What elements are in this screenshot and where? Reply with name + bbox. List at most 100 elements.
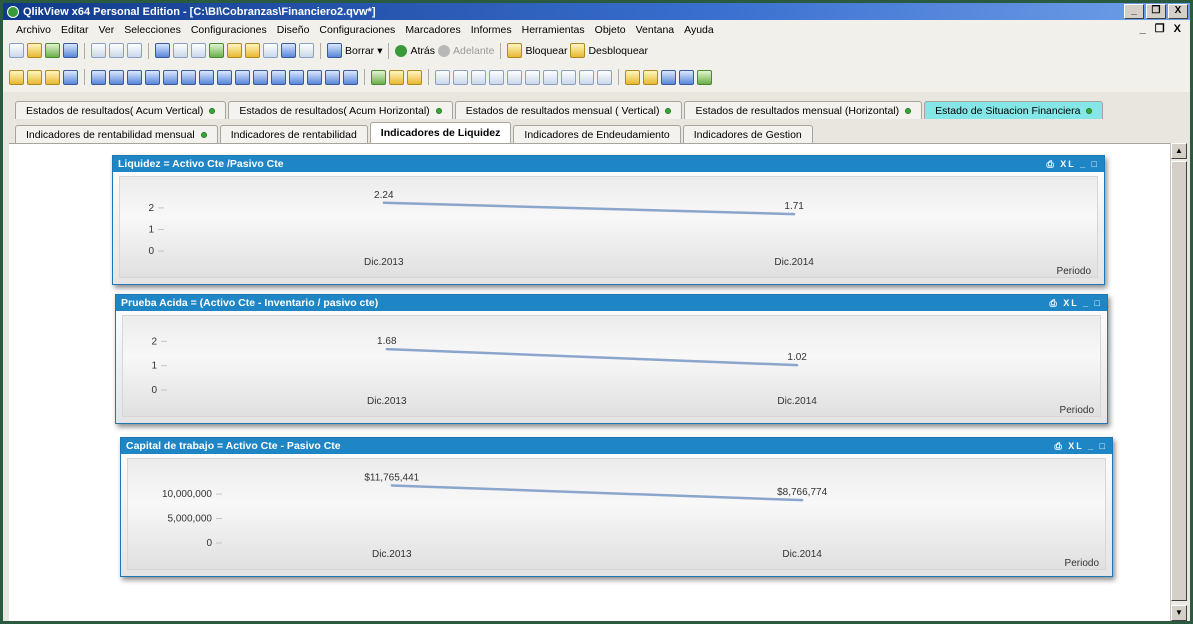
- chart-caption-controls[interactable]: ⎙ XL _ □: [1047, 156, 1099, 172]
- search-object-icon[interactable]: [307, 69, 322, 85]
- chart-liquidez[interactable]: Liquidez = Activo Cte /Pasivo Cte ⎙ XL _…: [112, 155, 1105, 285]
- redo-icon[interactable]: [173, 43, 188, 58]
- tab-gestion[interactable]: Indicadores de Gestion: [682, 125, 813, 143]
- x-tick-label: Dic.2014: [782, 549, 822, 560]
- lock-button[interactable]: Bloquear: [507, 43, 567, 58]
- distribute-vertical-icon[interactable]: [561, 69, 576, 85]
- chart-prueba-acida[interactable]: Prueba Acida = (Activo Cte - Inventario …: [115, 294, 1108, 424]
- new-document-icon[interactable]: [9, 43, 24, 58]
- tab-estado-situacion-financiera[interactable]: Estado de Situacion Financiera: [924, 101, 1104, 119]
- save-icon[interactable]: [63, 43, 78, 58]
- menu-herramientas[interactable]: Herramientas: [517, 24, 590, 36]
- unlock-button[interactable]: Desbloquear: [570, 43, 648, 58]
- wizard-icon[interactable]: [371, 69, 386, 85]
- demote-sheet-icon[interactable]: [45, 69, 60, 85]
- align-center-icon[interactable]: [453, 69, 468, 85]
- align-middle-icon[interactable]: [507, 69, 522, 85]
- checkbox-icon[interactable]: [209, 43, 224, 58]
- mdi-window-controls[interactable]: _ ❐ X: [1140, 22, 1184, 35]
- edit-expression-icon[interactable]: [643, 69, 658, 85]
- menu-configuraciones-2[interactable]: Configuraciones: [314, 24, 400, 36]
- format-painter-icon[interactable]: [389, 69, 404, 85]
- list-box-icon[interactable]: [91, 69, 106, 85]
- align-top-icon[interactable]: [525, 69, 540, 85]
- container-icon[interactable]: [325, 69, 340, 85]
- edit-script-icon[interactable]: [109, 43, 124, 58]
- menu-ventana[interactable]: Ventana: [631, 24, 680, 36]
- copy-icon[interactable]: [127, 43, 142, 58]
- chart-caption[interactable]: Prueba Acida = (Activo Cte - Inventario …: [116, 295, 1107, 311]
- minimize-button[interactable]: _: [1124, 4, 1144, 19]
- custom-object-icon[interactable]: [343, 69, 358, 85]
- scroll-up-icon[interactable]: ▲: [1171, 143, 1187, 159]
- reload-icon[interactable]: [45, 43, 60, 58]
- layout-icon[interactable]: [597, 69, 612, 85]
- distribute-horizontal-icon[interactable]: [543, 69, 558, 85]
- current-selections-icon[interactable]: [199, 69, 214, 85]
- text-object-icon[interactable]: [235, 69, 250, 85]
- context-help-icon[interactable]: [299, 43, 314, 58]
- properties-icon[interactable]: [661, 69, 676, 85]
- pin-icon[interactable]: [407, 69, 422, 85]
- align-right-icon[interactable]: [471, 69, 486, 85]
- button-object-icon[interactable]: [217, 69, 232, 85]
- print-icon[interactable]: [91, 43, 106, 58]
- close-button[interactable]: X: [1168, 4, 1188, 19]
- menu-marcadores[interactable]: Marcadores: [400, 24, 465, 36]
- tab-estados-mensual-vertical[interactable]: Estados de resultados mensual ( Vertical…: [454, 101, 683, 119]
- menu-ver[interactable]: Ver: [93, 24, 119, 36]
- tab-estados-acum-horizontal[interactable]: Estados de resultados( Acum Horizontal): [228, 101, 453, 119]
- statistics-box-icon[interactable]: [109, 69, 124, 85]
- menu-archivo[interactable]: Archivo: [11, 24, 56, 36]
- clear-button[interactable]: Borrar ▾: [327, 43, 382, 58]
- help-icon[interactable]: [281, 43, 296, 58]
- forward-button[interactable]: Adelante: [437, 44, 494, 57]
- tab-liquidez[interactable]: Indicadores de Liquidez: [369, 122, 512, 143]
- table-box-icon[interactable]: [127, 69, 142, 85]
- data-point: [800, 498, 804, 502]
- menu-diseno[interactable]: Diseño: [272, 24, 315, 36]
- chart-caption[interactable]: Capital de trabajo = Activo Cte - Pasivo…: [121, 438, 1112, 454]
- debug-icon[interactable]: [697, 69, 712, 85]
- multi-box-icon[interactable]: [145, 69, 160, 85]
- chart-capital-de-trabajo[interactable]: Capital de trabajo = Activo Cte - Pasivo…: [120, 437, 1113, 577]
- menu-selecciones[interactable]: Selecciones: [119, 24, 186, 36]
- adjust-spacing-icon[interactable]: [579, 69, 594, 85]
- chart-caption-controls[interactable]: ⎙ XL _ □: [1050, 295, 1102, 311]
- back-button[interactable]: Atrás: [395, 44, 435, 57]
- sheet-properties-icon[interactable]: [63, 69, 78, 85]
- tab-rentabilidad-mensual[interactable]: Indicadores de rentabilidad mensual: [15, 125, 218, 143]
- menu-objeto[interactable]: Objeto: [590, 24, 631, 36]
- menu-informes[interactable]: Informes: [466, 24, 517, 36]
- vertical-scrollbar[interactable]: ▲ ▼: [1170, 143, 1187, 621]
- edit-icon[interactable]: [263, 43, 278, 58]
- chart-icon[interactable]: [163, 69, 178, 85]
- undo-icon[interactable]: [155, 43, 170, 58]
- edit-module-icon[interactable]: [625, 69, 640, 85]
- promote-sheet-icon[interactable]: [27, 69, 42, 85]
- chart-wizard-icon[interactable]: [227, 43, 242, 58]
- scroll-down-icon[interactable]: ▼: [1171, 605, 1187, 621]
- open-folder-icon[interactable]: [27, 43, 42, 58]
- line-arrow-icon[interactable]: [253, 69, 268, 85]
- scroll-thumb[interactable]: [1171, 161, 1187, 601]
- chart-caption[interactable]: Liquidez = Activo Cte /Pasivo Cte ⎙ XL _…: [113, 156, 1104, 172]
- bookmark-object-icon[interactable]: [289, 69, 304, 85]
- search-icon[interactable]: [191, 43, 206, 58]
- align-bottom-icon[interactable]: [489, 69, 504, 85]
- slider-icon[interactable]: [271, 69, 286, 85]
- menu-ayuda[interactable]: Ayuda: [679, 24, 719, 36]
- new-sheet-icon[interactable]: [9, 69, 24, 85]
- table-viewer-icon[interactable]: [679, 69, 694, 85]
- menu-editar[interactable]: Editar: [56, 24, 93, 36]
- favorite-star-icon[interactable]: [245, 43, 260, 58]
- menu-configuraciones[interactable]: Configuraciones: [186, 24, 272, 36]
- tab-estados-mensual-horizontal[interactable]: Estados de resultados mensual (Horizonta…: [684, 101, 923, 119]
- restore-button[interactable]: ❐: [1146, 4, 1166, 19]
- chart-caption-controls[interactable]: ⎙ XL _ □: [1055, 438, 1107, 454]
- tab-estados-acum-vertical[interactable]: Estados de resultados( Acum Vertical): [15, 101, 227, 119]
- tab-rentabilidad[interactable]: Indicadores de rentabilidad: [219, 125, 368, 143]
- input-box-icon[interactable]: [181, 69, 196, 85]
- align-left-icon[interactable]: [435, 69, 450, 85]
- tab-endeudamiento[interactable]: Indicadores de Endeudamiento: [513, 125, 681, 143]
